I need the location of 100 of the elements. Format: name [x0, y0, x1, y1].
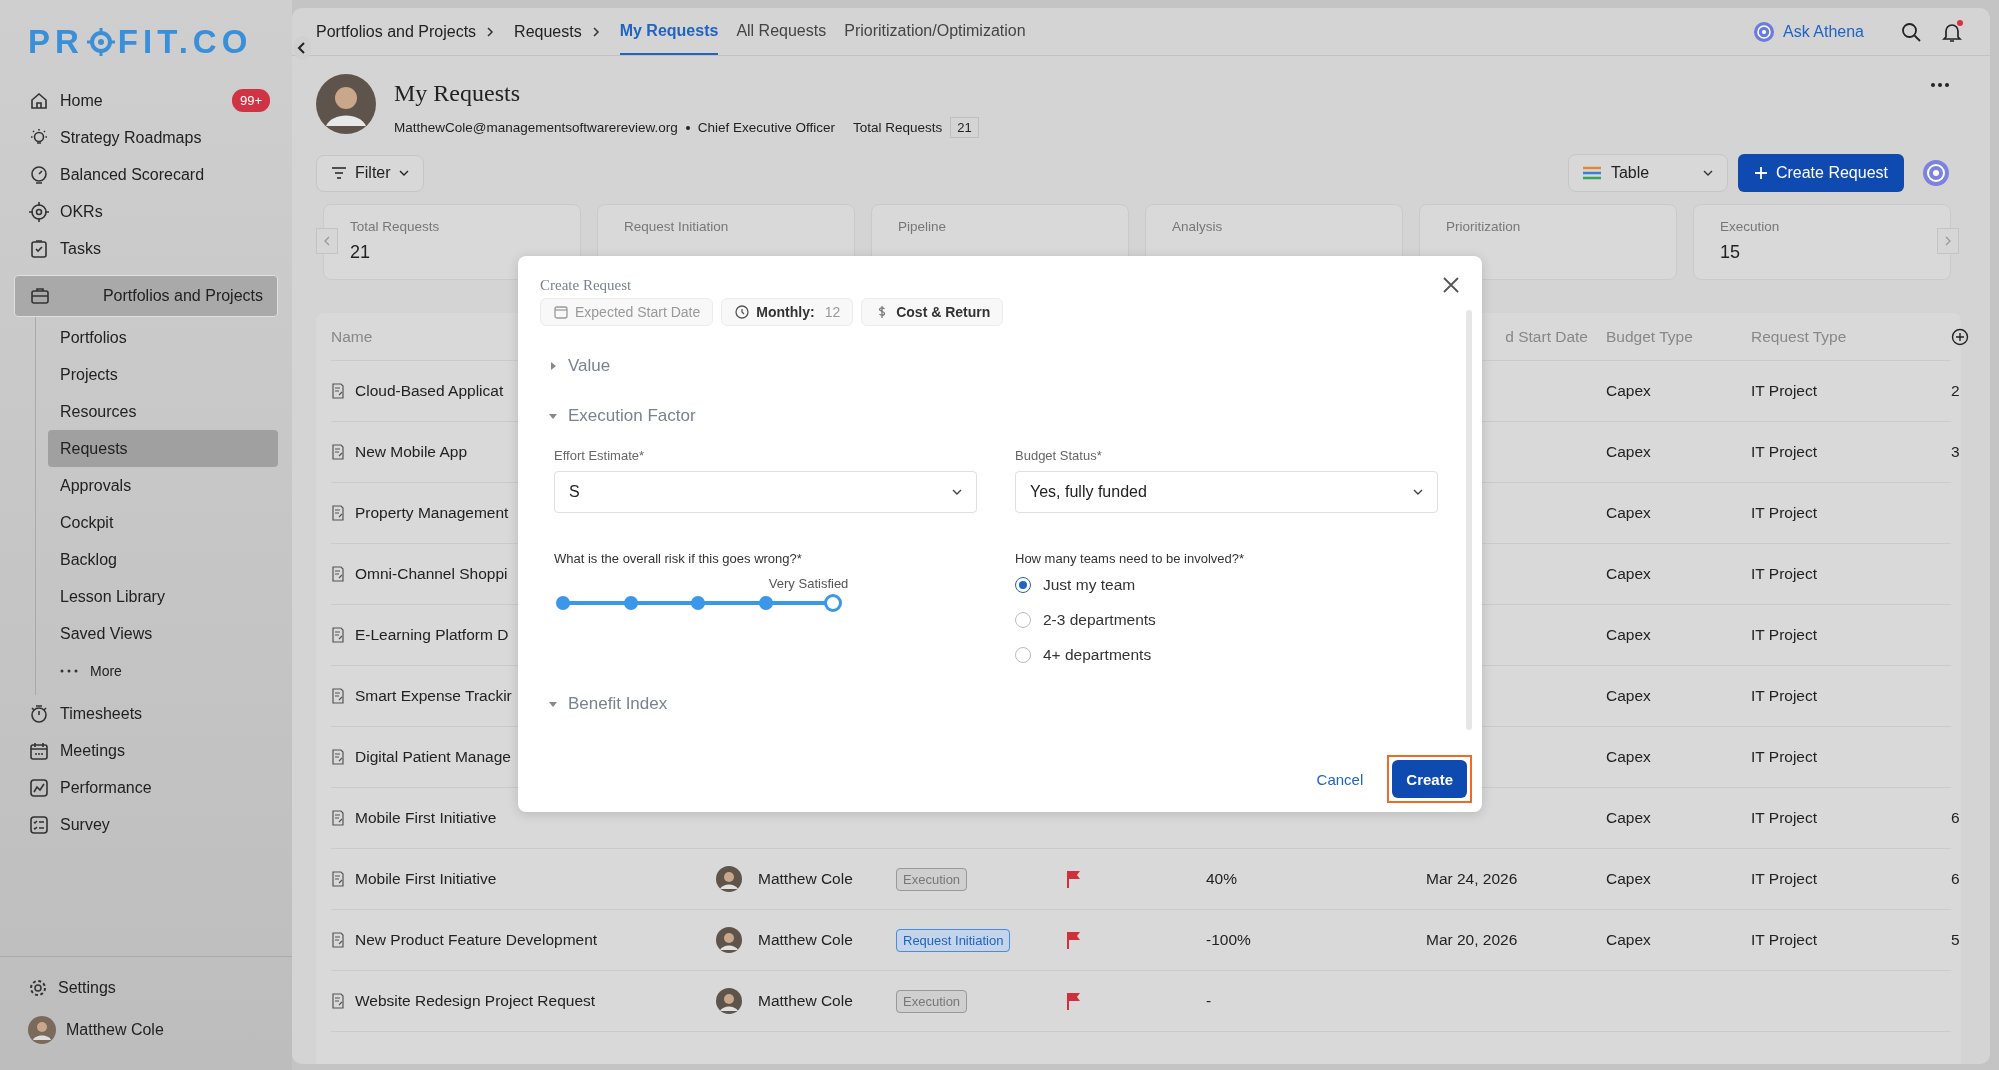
- sidebar-subitem[interactable]: More: [48, 652, 278, 689]
- chevron-down-icon: [1413, 489, 1423, 495]
- caret-down-icon: [548, 699, 558, 709]
- table-cell-text: 5: [1951, 931, 1961, 949]
- target-logo-icon: [85, 27, 116, 57]
- more-options-icon[interactable]: [1930, 82, 1950, 88]
- radio-option[interactable]: 4+ departments: [1015, 646, 1438, 664]
- add-column-icon[interactable]: [1951, 327, 1969, 346]
- filter-icon: [331, 167, 347, 179]
- sidebar-subitem[interactable]: Portfolios: [48, 319, 278, 356]
- sidebar-subitem[interactable]: Saved Views: [48, 615, 278, 652]
- section-toggle[interactable]: Benefit Index: [540, 694, 1426, 714]
- budget-type: Capex: [1606, 870, 1652, 888]
- field-chip[interactable]: Cost & Return: [861, 298, 1004, 326]
- sidebar-item[interactable]: Meetings: [14, 732, 278, 769]
- request-type: IT Project: [1751, 931, 1819, 949]
- budget-type: Capex: [1606, 565, 1652, 583]
- risk-slider[interactable]: [554, 594, 842, 612]
- budget-type: Capex: [1606, 626, 1652, 644]
- stat-value: 15: [1720, 242, 1742, 263]
- sidebar-item[interactable]: Tasks: [14, 230, 278, 267]
- stat-label: Analysis: [1172, 219, 1224, 234]
- cancel-button[interactable]: Cancel: [1310, 769, 1370, 789]
- sidebar-item[interactable]: Strategy Roadmaps: [14, 119, 278, 156]
- caret-down-icon: [548, 411, 558, 421]
- avatar-icon: [716, 927, 742, 953]
- table-view-icon: [1582, 166, 1601, 180]
- request-name[interactable]: Omni-Channel Shoppi: [355, 565, 508, 583]
- status-tag: Execution: [896, 868, 968, 891]
- breadcrumb-link[interactable]: Requests: [514, 22, 582, 41]
- request-name[interactable]: New Product Feature Development: [355, 931, 598, 949]
- request-name[interactable]: Property Management: [355, 504, 509, 522]
- sidebar-subitem[interactable]: Requests: [48, 430, 278, 467]
- search-icon[interactable]: [1900, 20, 1922, 43]
- stat-card[interactable]: Total Requests 21: [323, 204, 581, 280]
- tab[interactable]: My Requests: [619, 8, 719, 55]
- chevron-down-icon: [398, 170, 409, 176]
- radio-option[interactable]: Just my team: [1015, 576, 1438, 594]
- logo-text: PR: [28, 23, 84, 61]
- breadcrumb-link[interactable]: Portfolios and Projects: [316, 22, 477, 41]
- avatar-icon: [28, 1016, 56, 1044]
- avatar-icon: [716, 866, 742, 892]
- target-icon[interactable]: [1922, 159, 1950, 187]
- scrollbar[interactable]: [1466, 310, 1472, 730]
- document-icon: [331, 932, 345, 948]
- user-role: Chief Executive Officer: [697, 120, 835, 135]
- view-select[interactable]: Table: [1567, 154, 1728, 192]
- request-name[interactable]: Smart Expense Trackir: [355, 687, 512, 705]
- request-name[interactable]: New Mobile App: [355, 443, 467, 461]
- create-button[interactable]: Create: [1392, 760, 1467, 798]
- chevron-left-icon: [323, 236, 331, 246]
- target-icon: [28, 200, 50, 223]
- tab[interactable]: All Requests: [736, 8, 827, 55]
- request-type: IT Project: [1751, 687, 1819, 705]
- sidebar-item[interactable]: Home 99+: [14, 82, 278, 119]
- request-name[interactable]: Digital Patient Manage: [355, 748, 511, 766]
- sidebar-subitem[interactable]: Cockpit: [48, 504, 278, 541]
- sidebar-item[interactable]: Performance: [14, 769, 278, 806]
- stat-card[interactable]: Execution 15: [1693, 204, 1951, 280]
- sidebar-item[interactable]: OKRs: [14, 193, 278, 230]
- sidebar-item[interactable]: Portfolios and Projects: [14, 275, 278, 317]
- field-chip[interactable]: Monthly: 12: [721, 298, 854, 326]
- chart-icon: [28, 776, 50, 799]
- sidebar-subitem[interactable]: Lesson Library: [48, 578, 278, 615]
- briefcase-icon: [29, 285, 51, 307]
- sidebar-subitem[interactable]: Projects: [48, 356, 278, 393]
- settings-item[interactable]: Settings: [14, 969, 278, 1006]
- sidebar-subitem[interactable]: Resources: [48, 393, 278, 430]
- separator-dot: [685, 125, 690, 130]
- request-name[interactable]: Website Redesign Project Request: [355, 992, 596, 1010]
- ask-athena-button[interactable]: Ask Athena: [1753, 20, 1864, 43]
- section-toggle[interactable]: Execution Factor: [540, 406, 1426, 426]
- document-icon: [331, 993, 345, 1009]
- create-request-button[interactable]: Create Request: [1737, 154, 1904, 192]
- filter-button[interactable]: Filter: [316, 154, 424, 192]
- sidebar-item[interactable]: Timesheets: [14, 695, 278, 732]
- bell-icon[interactable]: [1940, 19, 1964, 44]
- request-name[interactable]: Mobile First Initiative: [355, 809, 497, 827]
- request-name[interactable]: Mobile First Initiative: [355, 870, 497, 888]
- avatar-icon: [716, 988, 742, 1014]
- user-email: MatthewCole@managementsoftwarereview.org: [394, 120, 678, 135]
- request-name[interactable]: E-Learning Platform D: [355, 626, 509, 644]
- request-name[interactable]: Cloud-Based Applicat: [355, 382, 504, 400]
- sidebar-subitem[interactable]: Backlog: [48, 541, 278, 578]
- budget-status-select[interactable]: Yes, fully funded: [1015, 471, 1438, 513]
- slider-reading: Very Satisfied: [768, 576, 849, 591]
- section-toggle[interactable]: Value: [540, 356, 1426, 376]
- chevron-right-icon: [591, 26, 600, 37]
- more-icon: [60, 667, 78, 674]
- sidebar-item[interactable]: Balanced Scorecard: [14, 156, 278, 193]
- total-requests-count: 21: [950, 117, 979, 138]
- sidebar-subitem[interactable]: Approvals: [48, 467, 278, 504]
- user-profile[interactable]: Matthew Cole: [14, 1006, 278, 1054]
- tab[interactable]: Prioritization/Optimization: [844, 8, 1026, 55]
- stat-label: Total Requests: [350, 219, 441, 234]
- gauge-icon: [28, 163, 50, 186]
- effort-estimate-select[interactable]: S: [554, 471, 977, 513]
- close-icon[interactable]: [1442, 276, 1460, 294]
- radio-option[interactable]: 2-3 departments: [1015, 611, 1438, 629]
- sidebar-item[interactable]: Survey: [14, 806, 278, 843]
